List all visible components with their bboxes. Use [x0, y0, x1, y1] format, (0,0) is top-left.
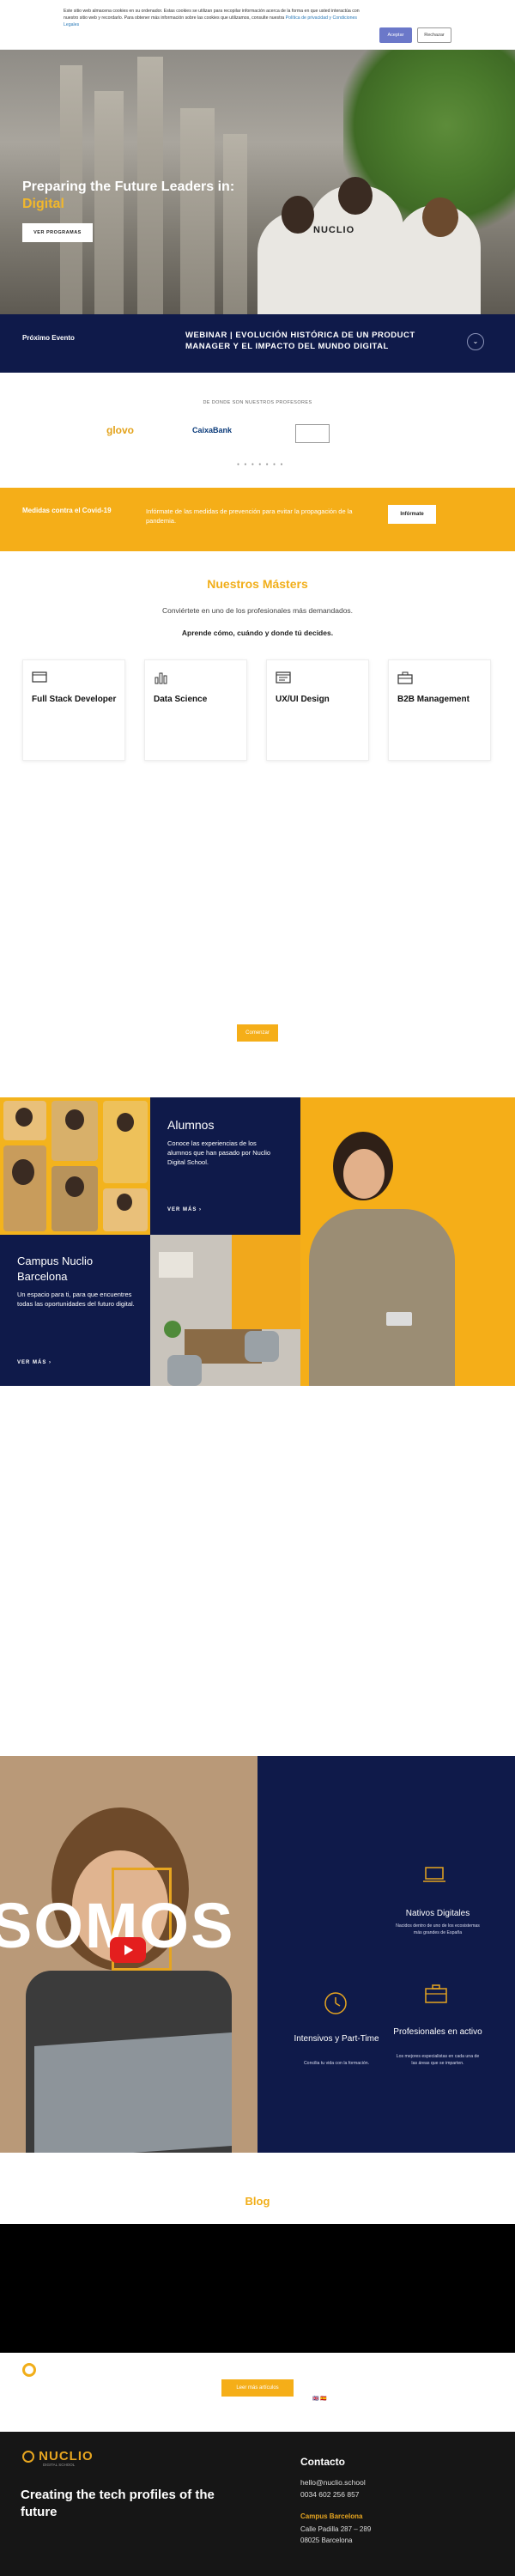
campus-text: Un espacio para ti, para que encuentres … — [17, 1291, 135, 1308]
contact-title: Contacto — [300, 2456, 345, 2468]
address-line-2: 08025 Barcelona — [300, 2537, 353, 2544]
cookie-text: Este sitio web almacena cookies en su or… — [64, 8, 373, 28]
hero-title-highlight: Digital — [22, 197, 64, 211]
chevron-down-icon[interactable]: ⌄ — [467, 333, 484, 350]
feature-text: Concilia tu vida con la formación. — [303, 2061, 370, 2066]
briefcase-icon — [425, 1984, 447, 2003]
feature-text: Los mejores especialistas en cada una de… — [396, 2054, 480, 2066]
browser-icon — [276, 671, 291, 683]
master-card-title: Full Stack Developer — [32, 695, 117, 704]
master-card-fullstack[interactable]: Full Stack Developer — [22, 659, 125, 761]
contact-phone-link[interactable]: 0034 602 256 857 — [300, 2490, 360, 2499]
language-flags[interactable]: 🇬🇧 🇪🇸 — [312, 2396, 327, 2402]
blog-carousel[interactable] — [0, 2224, 515, 2353]
masters-subtitle-bold: Aprende cómo, cuándo y donde tú decides. — [181, 629, 334, 637]
feature-title: Nativos Digitales — [405, 1909, 470, 1918]
address-line-1: Calle Padilla 287 – 289 — [300, 2525, 372, 2533]
campus-title: Campus Nuclio Barcelona — [17, 1255, 94, 1283]
footer-logo-text: NUCLIO — [39, 2449, 94, 2464]
next-event-label: Próximo Evento — [22, 334, 75, 342]
covid-text: Infórmate de las medidas de prevención p… — [146, 507, 353, 525]
laptop-icon — [32, 671, 47, 683]
master-card-title: UX/UI Design — [276, 695, 330, 704]
more-articles-button[interactable]: Leer más artículos — [221, 2379, 294, 2397]
shirt-logo: NUCLIO — [313, 225, 355, 235]
logo-ring-icon — [22, 2451, 34, 2464]
laptop-icon — [423, 1867, 445, 1882]
clock-icon — [324, 1992, 347, 2014]
covid-info-button[interactable]: Infórmate — [388, 505, 436, 524]
contact-email-link[interactable]: hello@nuclio.school — [300, 2478, 366, 2487]
feature-title: Intensivos y Part-Time — [294, 2034, 379, 2044]
master-card-datascience[interactable]: Data Science — [144, 659, 247, 761]
footer-logo: NUCLIO — [22, 2449, 94, 2464]
footer-tagline: Creating the tech profiles of the future — [21, 2488, 215, 2519]
loading-ring-icon — [22, 2363, 36, 2377]
cookie-accept-button[interactable]: Aceptar — [379, 27, 412, 43]
view-programs-button[interactable]: VER PROGRAMAS — [22, 223, 93, 242]
event-title[interactable]: WEBINAR | EVOLUCIÓN HISTÓRICA DE UN PROD… — [185, 330, 443, 352]
carousel-dots[interactable]: ● ● ● ● ● ● ● — [237, 462, 284, 467]
partner-logo: CaixaBank — [192, 426, 233, 434]
partners-label: DE DONDE SON NUESTROS PROFESORES — [203, 400, 312, 405]
alumni-text: Conoce las experiencias de los alumnos q… — [167, 1139, 271, 1166]
masters-cta-button[interactable]: Comenzar — [237, 1024, 278, 1042]
feature-text: Nacidos dentro de uno de los ecosistemas… — [396, 1923, 480, 1935]
play-icon[interactable] — [110, 1937, 146, 1963]
master-card-b2b[interactable]: B2B Management — [388, 659, 491, 761]
master-card-title: B2B Management — [397, 695, 470, 704]
feature-title: Profesionales en activo — [393, 2027, 482, 2037]
bar-chart-icon — [154, 672, 167, 684]
alumni-photo-collage — [0, 1097, 150, 1235]
cookie-reject-button[interactable]: Rechazar — [417, 27, 451, 43]
alumni-see-more-link[interactable]: VER MÁS › — [167, 1207, 202, 1212]
campus-room-photo — [150, 1235, 300, 1386]
masters-subtitle: Conviértete en uno de los profesionales … — [161, 606, 354, 615]
alumni-title: Alumnos — [167, 1118, 215, 1132]
student-phone-photo — [300, 1097, 515, 1386]
campus-address-label: Campus Barcelona — [300, 2512, 363, 2520]
briefcase-icon — [397, 671, 413, 684]
hero-title: Preparing the Future Leaders in: — [22, 179, 235, 194]
blog-title: Blog — [245, 2195, 270, 2208]
covid-label: Medidas contra el Covid-19 — [22, 507, 112, 514]
partner-logo — [295, 424, 330, 443]
masters-title: Nuestros Másters — [207, 577, 308, 591]
footer-logo-sub: DIGITAL SCHOOL — [43, 2463, 76, 2467]
partner-logo: glovo — [106, 424, 134, 436]
campus-see-more-link[interactable]: VER MÁS › — [17, 1360, 52, 1365]
features-panel — [258, 1756, 515, 2153]
master-card-title: Data Science — [154, 695, 208, 704]
master-card-uxui[interactable]: UX/UI Design — [266, 659, 369, 761]
